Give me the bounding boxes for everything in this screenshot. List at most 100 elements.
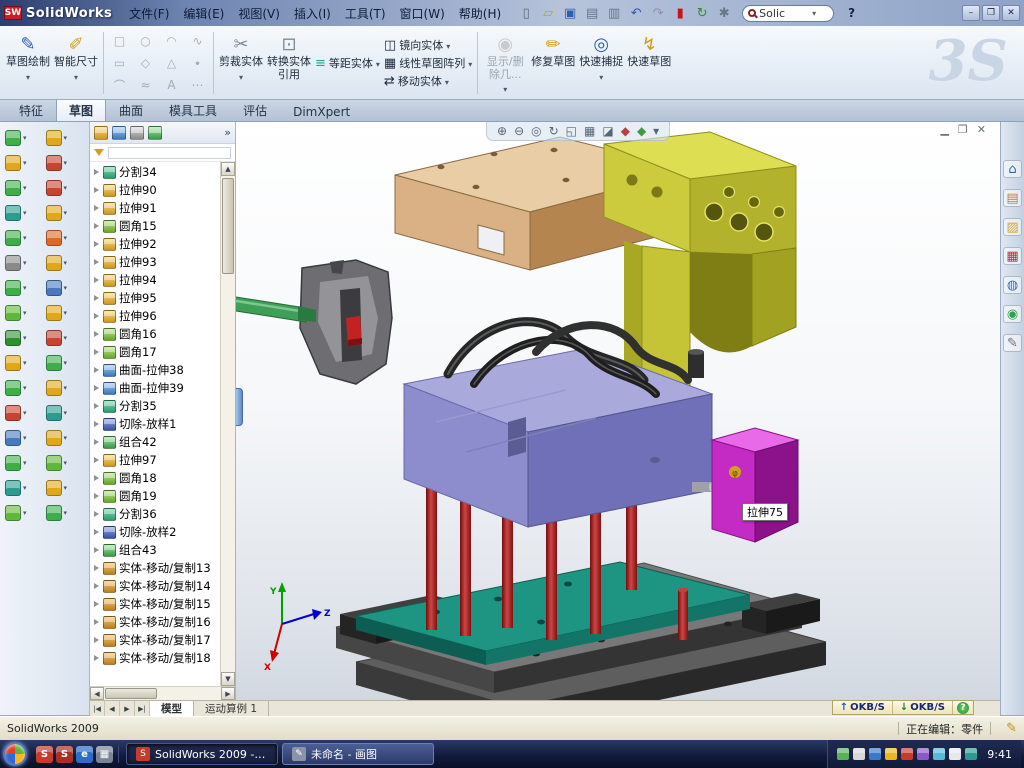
feature-tree-item[interactable]: 曲面-拉伸39 [90, 379, 220, 397]
tray-icon[interactable] [965, 748, 977, 760]
sketch-entity-icon[interactable]: ⋯ [185, 75, 210, 96]
expand-arrow-icon[interactable] [93, 493, 100, 500]
expand-arrow-icon[interactable] [93, 421, 100, 428]
menu-item[interactable]: 帮助(H) [452, 2, 508, 25]
tree-horizontal-scrollbar[interactable]: ◀ ▶ [90, 686, 235, 700]
mirror-entities-button[interactable]: ◫ 镜向实体 [384, 37, 472, 53]
new-document-icon[interactable]: ▯ [516, 4, 536, 23]
left-toolbar-icon[interactable] [5, 480, 44, 496]
custom-properties-icon[interactable]: ✎ [1003, 334, 1022, 352]
left-toolbar-icon[interactable] [46, 455, 85, 471]
design-library-icon[interactable]: ▤ [1003, 189, 1022, 207]
menu-item[interactable]: 编辑(E) [176, 2, 231, 25]
feature-tree-item[interactable]: 组合42 [90, 433, 220, 451]
tray-icon[interactable] [933, 748, 945, 760]
expand-arrow-icon[interactable] [93, 313, 100, 320]
expand-arrow-icon[interactable] [93, 349, 100, 356]
view-tool-icon[interactable]: ◎ [531, 125, 541, 137]
home-icon[interactable]: ⌂ [1003, 160, 1022, 178]
left-toolbar-icon[interactable] [5, 405, 44, 421]
featuremanager-tab-icon[interactable] [94, 126, 108, 140]
feature-tree-item[interactable]: 圆角18 [90, 469, 220, 487]
filter-icon[interactable] [94, 149, 104, 156]
expand-arrow-icon[interactable] [93, 457, 100, 464]
feature-tree-item[interactable]: 实体-移动/复制13 [90, 559, 220, 577]
view-tool-icon[interactable]: ▦ [584, 125, 595, 137]
left-toolbar-icon[interactable] [46, 330, 85, 346]
convert-entities-button[interactable]: ⊡ 转换实体引用 [265, 29, 313, 97]
feature-tree-item[interactable]: 实体-移动/复制14 [90, 577, 220, 595]
graphics-area[interactable]: φ Y Z X [236, 122, 1000, 700]
feature-tree-item[interactable]: 圆角16 [90, 325, 220, 343]
expand-arrow-icon[interactable] [93, 529, 100, 536]
left-toolbar-icon[interactable] [46, 130, 85, 146]
tray-icon[interactable] [837, 748, 849, 760]
expand-arrow-icon[interactable] [93, 385, 100, 392]
view-tool-icon[interactable]: ⊕ [497, 125, 507, 137]
left-toolbar-icon[interactable] [46, 355, 85, 371]
view-tool-icon[interactable]: ◱ [566, 125, 577, 137]
window-control-button[interactable]: – [962, 5, 980, 21]
view-tool-icon[interactable]: ◆ [621, 125, 630, 137]
print-icon[interactable]: ▤ [582, 4, 602, 23]
sketch-entity-icon[interactable]: △ [159, 53, 184, 74]
expand-arrow-icon[interactable] [93, 331, 100, 338]
left-toolbar-icon[interactable] [5, 380, 44, 396]
expand-arrow-icon[interactable] [93, 367, 100, 374]
open-icon[interactable]: ▱ [538, 4, 558, 23]
left-toolbar-icon[interactable] [46, 230, 85, 246]
display-delete-relations-button[interactable]: ◉ 显示/删除几... [481, 29, 529, 97]
command-tab[interactable]: 模具工具 [156, 98, 230, 121]
left-toolbar-icon[interactable] [5, 180, 44, 196]
sketch-entity-icon[interactable]: ◇ [133, 53, 158, 74]
view-tool-icon[interactable]: ◪ [602, 125, 613, 137]
offset-entities-button[interactable]: ≡ 等距实体 [315, 55, 380, 71]
redo-icon[interactable]: ↷ [648, 4, 668, 23]
rebuild-icon[interactable]: ↻ [692, 4, 712, 23]
save-icon[interactable]: ▣ [560, 4, 580, 23]
menu-item[interactable]: 文件(F) [122, 2, 176, 25]
left-toolbar-icon[interactable] [5, 505, 44, 521]
expand-arrow-icon[interactable] [93, 565, 100, 572]
gray-fixture[interactable] [300, 260, 392, 384]
feature-tree-item[interactable]: 组合43 [90, 541, 220, 559]
view-palette-icon[interactable]: ▦ [1003, 247, 1022, 265]
sketch-entity-icon[interactable]: ○ [133, 31, 158, 52]
expand-arrow-icon[interactable] [93, 475, 100, 482]
dropdown-caret-icon[interactable] [26, 69, 30, 83]
expand-arrow-icon[interactable] [93, 619, 100, 626]
sketch-entity-icon[interactable]: ∿ [185, 31, 210, 52]
expand-arrow-icon[interactable] [93, 223, 100, 230]
propertymanager-tab-icon[interactable] [112, 126, 126, 140]
expand-arrow-icon[interactable] [93, 547, 100, 554]
feature-tree-item[interactable]: 切除-放样2 [90, 523, 220, 541]
feature-tree-item[interactable]: 分割35 [90, 397, 220, 415]
dimxpertmanager-tab-icon[interactable] [148, 126, 162, 140]
expand-arrow-icon[interactable] [93, 511, 100, 518]
view-tool-icon[interactable]: ⊖ [514, 125, 524, 137]
document-window-button[interactable]: ✕ [977, 123, 986, 136]
feature-tree-item[interactable]: 拉伸96 [90, 307, 220, 325]
feature-tree-item[interactable]: 拉伸91 [90, 199, 220, 217]
trim-entities-button[interactable]: ✂ 剪裁实体 [217, 29, 265, 97]
scroll-right-icon[interactable]: ▶ [221, 687, 235, 700]
search-box[interactable]: ▾ [742, 5, 834, 22]
menu-item[interactable]: 工具(T) [338, 2, 393, 25]
left-toolbar-icon[interactable] [5, 205, 44, 221]
left-toolbar-icon[interactable] [46, 205, 85, 221]
expand-arrow-icon[interactable] [93, 439, 100, 446]
left-toolbar-icon[interactable] [5, 455, 44, 471]
feature-tree-item[interactable]: 实体-移动/复制18 [90, 649, 220, 667]
expand-arrow-icon[interactable] [93, 403, 100, 410]
dropdown-caret-icon[interactable] [599, 69, 603, 83]
tray-icon[interactable] [885, 748, 897, 760]
view-tool-icon[interactable]: ↻ [549, 125, 559, 137]
filter-input[interactable] [108, 147, 231, 159]
tray-icon[interactable] [869, 748, 881, 760]
dropdown-caret-icon[interactable] [468, 57, 472, 70]
view-tool-icon[interactable]: ◆ [637, 125, 646, 137]
command-tab[interactable]: DimXpert [280, 101, 363, 121]
scrollbar-thumb[interactable] [105, 688, 157, 699]
search-dropdown-icon[interactable]: ▾ [812, 9, 816, 18]
expand-arrow-icon[interactable] [93, 277, 100, 284]
